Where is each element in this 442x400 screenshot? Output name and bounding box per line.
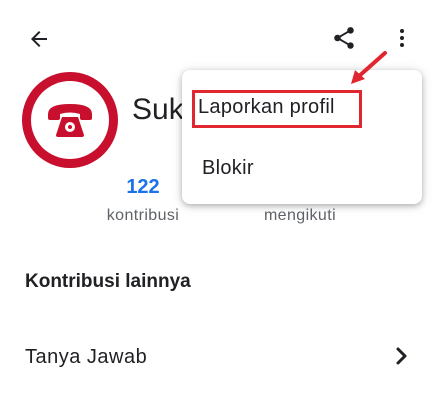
menu-item-block[interactable]: Blokir [202,157,254,180]
more-options-button[interactable] [388,21,416,55]
avatar [22,72,118,168]
back-button[interactable] [22,22,56,56]
highlight-box [192,90,362,128]
profile-name: Suk [132,93,184,126]
avatar-inner [31,81,109,159]
share-icon [334,27,354,49]
telephone-icon [48,104,92,137]
contributions-label: kontribusi [106,207,180,224]
more-vert-icon [400,29,404,47]
following-label: mengikuti [263,207,337,224]
annotation-arrow-icon [351,51,387,84]
list-item-label: Tanya Jawab [25,346,148,368]
chevron-right-icon [396,347,407,365]
contributions-count[interactable]: 122 [103,176,183,199]
arrow-back-icon [31,31,47,47]
section-title: Kontribusi lainnya [25,271,191,292]
